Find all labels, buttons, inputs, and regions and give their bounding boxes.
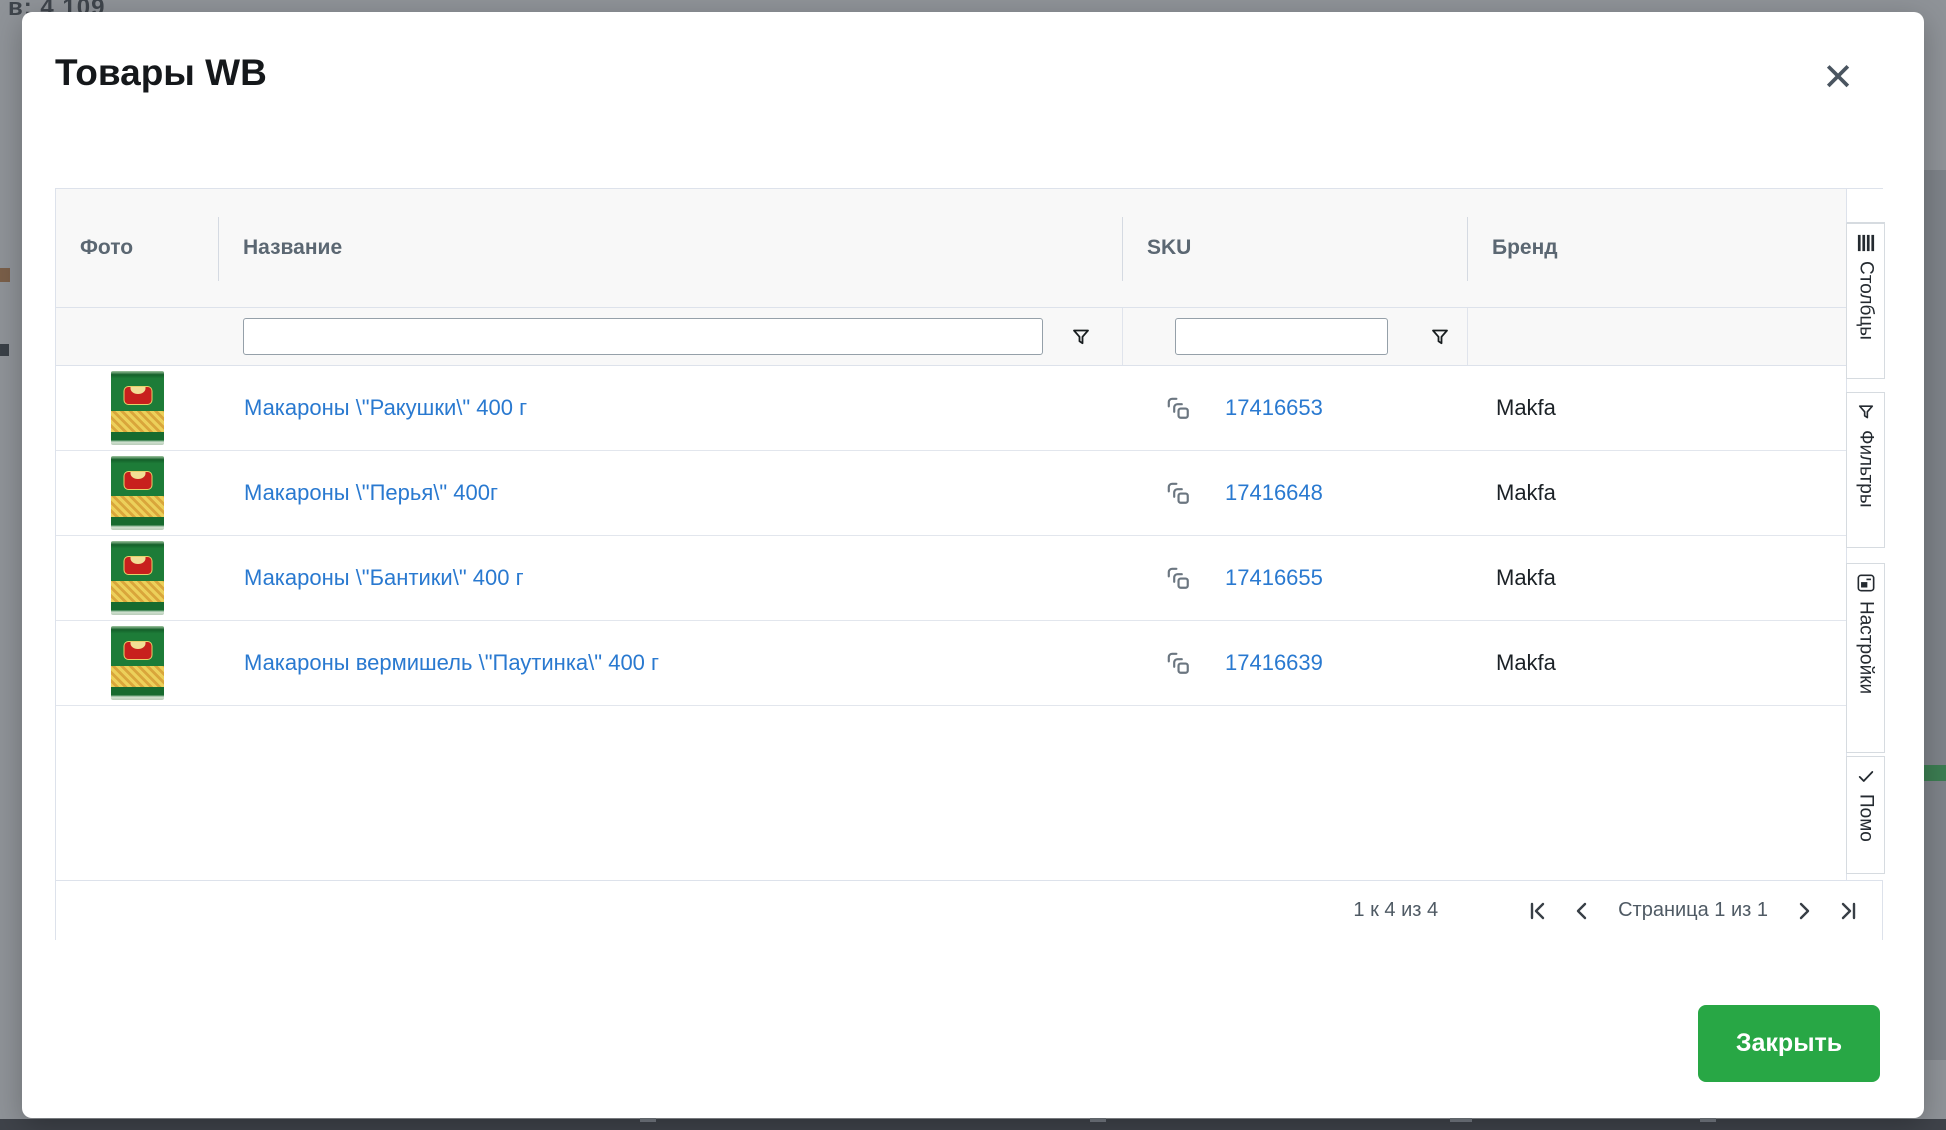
product-brand-cell: Makfa	[1468, 621, 1846, 705]
tab-label: Столбцы	[1855, 261, 1877, 340]
tab-label: Настройки	[1855, 601, 1877, 694]
modal-title: Товары WB	[55, 52, 267, 94]
table-row[interactable]: Макароны \"Перья\" 400г 17416648	[56, 451, 1846, 536]
product-brand: Makfa	[1496, 565, 1556, 591]
column-header-sku: SKU	[1123, 189, 1468, 307]
page-indicator: Страница 1 из 1	[1618, 899, 1768, 922]
column-header-name: Название	[219, 189, 1123, 307]
products-modal: Товары WB ✕ Фото Название SKU	[22, 12, 1924, 1118]
settings-icon	[1857, 574, 1875, 592]
product-name-link[interactable]: Макароны \"Бантики\" 400 г	[244, 565, 524, 591]
sku-filter-cell	[1123, 308, 1468, 365]
sku-link-copy-icon[interactable]	[1159, 559, 1197, 597]
column-header-label: Бренд	[1492, 236, 1558, 260]
product-sku-cell: 17416653	[1123, 366, 1468, 450]
columns-icon	[1857, 234, 1875, 252]
product-name-link[interactable]: Макароны \"Перья\" 400г	[244, 480, 498, 506]
first-page-button[interactable]	[1526, 899, 1550, 923]
tab-label: Фильтры	[1855, 430, 1877, 507]
product-name-link[interactable]: Макароны вермишель \"Паутинка\" 400 г	[244, 650, 659, 676]
product-brand: Makfa	[1496, 650, 1556, 676]
pagination-bar: 1 к 4 из 4 Страница 1 из 1	[56, 880, 1882, 940]
product-sku-cell: 17416655	[1123, 536, 1468, 620]
products-table: Фото Название SKU Бренд	[55, 188, 1883, 940]
photo-filter-cell	[56, 308, 219, 365]
sku-filter-menu-icon[interactable]	[1425, 322, 1455, 352]
tab-columns[interactable]: Столбцы	[1846, 223, 1885, 379]
product-name-cell: Макароны вермишель \"Паутинка\" 400 г	[219, 621, 1123, 705]
pasta-window	[111, 666, 164, 687]
product-sku-link[interactable]: 17416648	[1225, 480, 1323, 506]
sku-link-copy-icon[interactable]	[1159, 389, 1197, 427]
product-brand-cell: Makfa	[1468, 366, 1846, 450]
product-image	[111, 371, 164, 445]
product-brand: Makfa	[1496, 480, 1556, 506]
product-sku-link[interactable]: 17416655	[1225, 565, 1323, 591]
product-name-link[interactable]: Макароны \"Ракушки\" 400 г	[244, 395, 527, 421]
product-photo-cell	[56, 621, 219, 705]
product-photo-cell	[56, 536, 219, 620]
product-image	[111, 626, 164, 700]
product-photo-cell	[56, 366, 219, 450]
filter-icon	[1857, 403, 1875, 421]
sku-filter-input[interactable]	[1175, 318, 1388, 355]
name-filter-menu-icon[interactable]	[1066, 322, 1096, 352]
brand-filter-cell	[1468, 308, 1846, 365]
next-page-button[interactable]	[1792, 899, 1816, 923]
product-name-cell: Макароны \"Перья\" 400г	[219, 451, 1123, 535]
sku-link-copy-icon[interactable]	[1159, 474, 1197, 512]
column-header-photo: Фото	[56, 189, 219, 307]
sku-link-copy-icon[interactable]	[1159, 644, 1197, 682]
pasta-window	[111, 496, 164, 517]
column-header-brand: Бренд	[1468, 189, 1846, 307]
product-sku-link[interactable]: 17416639	[1225, 650, 1323, 676]
column-header-label: Фото	[80, 236, 133, 260]
product-brand: Makfa	[1496, 395, 1556, 421]
product-image	[111, 456, 164, 530]
name-filter-input[interactable]	[243, 318, 1043, 355]
product-sku-cell: 17416648	[1123, 451, 1468, 535]
tab-help[interactable]: Помо	[1846, 756, 1885, 874]
column-header-label: SKU	[1147, 236, 1191, 260]
table-header-row: Фото Название SKU Бренд	[56, 189, 1846, 308]
tab-label: Помо	[1855, 794, 1877, 842]
pasta-window	[111, 581, 164, 602]
previous-page-button[interactable]	[1570, 899, 1594, 923]
tab-settings[interactable]: Настройки	[1846, 563, 1885, 753]
tool-panel-strip: Столбцы Фильтры Настройки	[1846, 189, 1884, 880]
product-name-cell: Макароны \"Ракушки\" 400 г	[219, 366, 1123, 450]
pasta-window	[111, 411, 164, 432]
check-icon	[1857, 767, 1875, 785]
product-sku-link[interactable]: 17416653	[1225, 395, 1323, 421]
product-name-cell: Макароны \"Бантики\" 400 г	[219, 536, 1123, 620]
close-button[interactable]: Закрыть	[1698, 1005, 1880, 1082]
column-header-label: Название	[243, 236, 342, 260]
grid-area: Фото Название SKU Бренд	[56, 189, 1846, 880]
table-row[interactable]: Макароны \"Бантики\" 400 г 17416655	[56, 536, 1846, 621]
product-brand-cell: Makfa	[1468, 451, 1846, 535]
tool-panel-top-box	[1846, 189, 1885, 223]
product-brand-cell: Makfa	[1468, 536, 1846, 620]
close-icon[interactable]: ✕	[1814, 54, 1862, 102]
screen: в: 4 109 Товары WB ✕ Фото Название	[0, 0, 1946, 1130]
empty-rows-area	[56, 706, 1846, 880]
filter-row	[56, 308, 1846, 366]
name-filter-cell	[219, 308, 1123, 365]
last-page-button[interactable]	[1836, 899, 1860, 923]
product-photo-cell	[56, 451, 219, 535]
product-sku-cell: 17416639	[1123, 621, 1468, 705]
table-row[interactable]: Макароны вермишель \"Паутинка\" 400 г 17…	[56, 621, 1846, 706]
tab-filters[interactable]: Фильтры	[1846, 392, 1885, 548]
product-image	[111, 541, 164, 615]
row-count-summary: 1 к 4 из 4	[1353, 899, 1438, 922]
table-row[interactable]: Макароны \"Ракушки\" 400 г 17416653	[56, 366, 1846, 451]
